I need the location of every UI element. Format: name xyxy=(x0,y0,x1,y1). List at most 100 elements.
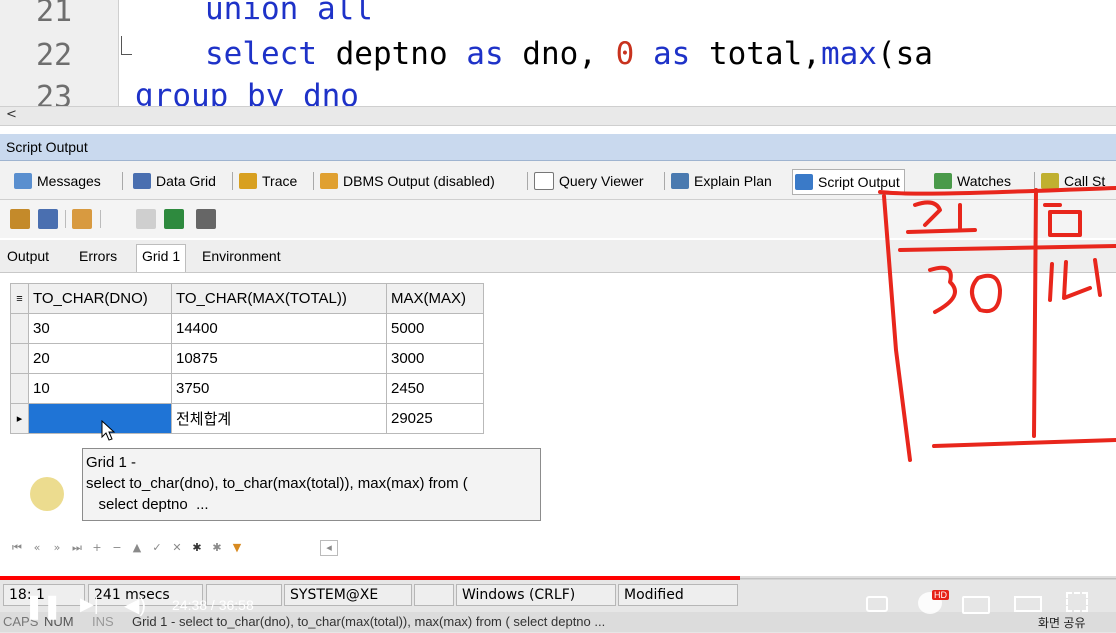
row-header[interactable] xyxy=(10,373,29,404)
tab-separator xyxy=(122,172,123,190)
grid-cell[interactable]: 20 xyxy=(28,343,172,374)
column-header[interactable]: TO_CHAR(DNO) xyxy=(28,283,172,314)
grid-cell[interactable]: 29025 xyxy=(386,403,484,434)
subtab-grid-1[interactable]: Grid 1 xyxy=(136,244,187,272)
fold-marker[interactable] xyxy=(121,36,132,55)
grid-cell[interactable]: 10 xyxy=(28,373,172,404)
video-progress-fill[interactable] xyxy=(0,576,740,580)
scroll-left-icon[interactable]: < xyxy=(6,107,17,122)
panel-tab-bar: Messages Data Grid Trace DBMS Output (di… xyxy=(0,161,1116,200)
tab-separator xyxy=(527,172,528,190)
keyword: union all xyxy=(205,0,373,27)
print-icon[interactable] xyxy=(196,209,216,229)
mark-all-icon[interactable]: ✱ xyxy=(190,541,204,555)
cancel-edit-icon[interactable]: ✕ xyxy=(170,541,184,555)
excel-export-icon[interactable] xyxy=(164,209,184,229)
save-icon[interactable] xyxy=(136,209,156,229)
refresh-icon[interactable] xyxy=(38,209,58,229)
tab-watches[interactable]: Watches xyxy=(934,169,1011,193)
subtab-environment[interactable]: Environment xyxy=(202,248,281,264)
grid-cell[interactable]: 3000 xyxy=(386,343,484,374)
current-row-marker[interactable]: ▸ xyxy=(10,403,29,434)
tab-label: Messages xyxy=(37,173,101,189)
scroll-left-icon[interactable]: ◂ xyxy=(320,540,338,556)
keyword: as xyxy=(652,36,691,72)
fullscreen-icon[interactable] xyxy=(1066,592,1088,612)
first-record-icon[interactable]: ⏮ xyxy=(10,541,24,555)
screen-share-caption: 화면 공유 xyxy=(1038,616,1086,630)
pause-icon[interactable]: ❚❚ xyxy=(24,592,62,621)
grid-cell[interactable]: 전체합계 xyxy=(171,403,387,434)
next-page-icon[interactable]: » xyxy=(50,541,64,555)
tab-label: Script Output xyxy=(818,174,900,190)
panel-title: Script Output xyxy=(6,139,88,155)
grid-cell[interactable]: 30 xyxy=(28,313,172,344)
insert-record-icon[interactable]: + xyxy=(90,541,104,555)
status-message: Grid 1 - select to_char(dno), to_char(ma… xyxy=(132,614,606,629)
tab-query-viewer[interactable]: Query Viewer xyxy=(534,169,644,193)
mouse-pointer-icon xyxy=(101,420,116,441)
grid-cell[interactable]: 14400 xyxy=(171,313,387,344)
row-header[interactable] xyxy=(10,313,29,344)
subtitles-icon[interactable] xyxy=(866,596,888,612)
grid-menu-icon[interactable]: ≡ xyxy=(10,283,29,314)
code-line-21: union all xyxy=(205,0,373,27)
sql-editor[interactable]: 21 22 23 union all select deptno as dno,… xyxy=(0,0,1116,106)
table-row[interactable]: 10 3750 2450 xyxy=(10,373,484,404)
data-grid-icon xyxy=(133,173,151,189)
editor-horizontal-scrollbar[interactable]: < xyxy=(0,106,1116,126)
column-header[interactable]: TO_CHAR(MAX(TOTAL)) xyxy=(171,283,387,314)
keyword: max xyxy=(820,36,877,72)
grid-cell-selected[interactable] xyxy=(28,403,172,434)
freeze-view-icon[interactable] xyxy=(10,209,30,229)
tab-script-output[interactable]: Script Output xyxy=(792,169,905,195)
next-video-icon[interactable]: ▶| xyxy=(80,594,99,615)
volume-icon[interactable]: ◀) xyxy=(124,593,146,618)
tab-label: Call St xyxy=(1064,173,1106,189)
line-number: 22 xyxy=(36,38,73,73)
tab-explain-plan[interactable]: Explain Plan xyxy=(671,169,772,193)
tooltip-line: select to_char(dno), to_char(max(total))… xyxy=(86,475,468,492)
keyboard-icon xyxy=(414,584,454,606)
miniplayer-icon[interactable] xyxy=(962,596,990,614)
delete-record-icon[interactable]: − xyxy=(110,541,124,555)
table-row[interactable]: 30 14400 5000 xyxy=(10,313,484,344)
edit-record-icon[interactable]: ▲ xyxy=(130,541,144,555)
tab-data-grid[interactable]: Data Grid xyxy=(133,169,216,193)
tab-trace[interactable]: Trace xyxy=(239,169,297,193)
grid-cell[interactable]: 5000 xyxy=(386,313,484,344)
tab-label: Trace xyxy=(262,173,298,189)
tab-call-stack[interactable]: Call St xyxy=(1041,169,1105,193)
result-grid[interactable]: ≡ TO_CHAR(DNO) TO_CHAR(MAX(TOTAL)) MAX(M… xyxy=(10,283,484,434)
toolbar-separator xyxy=(100,210,101,228)
clear-mark-icon[interactable]: ✱ xyxy=(210,541,224,555)
tab-label: Watches xyxy=(957,173,1011,189)
tab-label: DBMS Output (disabled) xyxy=(343,173,495,189)
messages-icon xyxy=(14,173,32,189)
table-row[interactable]: ▸ 전체합계 29025 xyxy=(10,403,484,434)
subtab-errors[interactable]: Errors xyxy=(79,248,117,264)
trace-icon xyxy=(239,173,257,189)
last-record-icon[interactable]: ⏭ xyxy=(70,541,84,555)
theater-mode-icon[interactable] xyxy=(1014,596,1042,612)
tab-messages[interactable]: Messages xyxy=(14,169,101,193)
table-row[interactable]: 20 10875 3000 xyxy=(10,343,484,374)
tab-separator xyxy=(1034,172,1035,190)
grid-cell[interactable]: 10875 xyxy=(171,343,387,374)
numeric-literal: 0 xyxy=(615,36,635,72)
tab-separator xyxy=(232,172,233,190)
tab-separator xyxy=(313,172,314,190)
previous-page-icon[interactable]: « xyxy=(30,541,44,555)
code-line-23: group by dno xyxy=(135,78,359,106)
filter-icon[interactable]: ▼ xyxy=(230,541,244,555)
row-header[interactable] xyxy=(10,343,29,374)
copy-icon[interactable] xyxy=(72,209,92,229)
grid-cell[interactable]: 3750 xyxy=(171,373,387,404)
tab-dbms-output[interactable]: DBMS Output (disabled) xyxy=(320,169,495,193)
grid-cell[interactable]: 2450 xyxy=(386,373,484,404)
subtab-output[interactable]: Output xyxy=(7,248,49,264)
column-header[interactable]: MAX(MAX) xyxy=(386,283,484,314)
tab-label: Data Grid xyxy=(156,173,216,189)
post-edit-icon[interactable]: ✓ xyxy=(150,541,164,555)
